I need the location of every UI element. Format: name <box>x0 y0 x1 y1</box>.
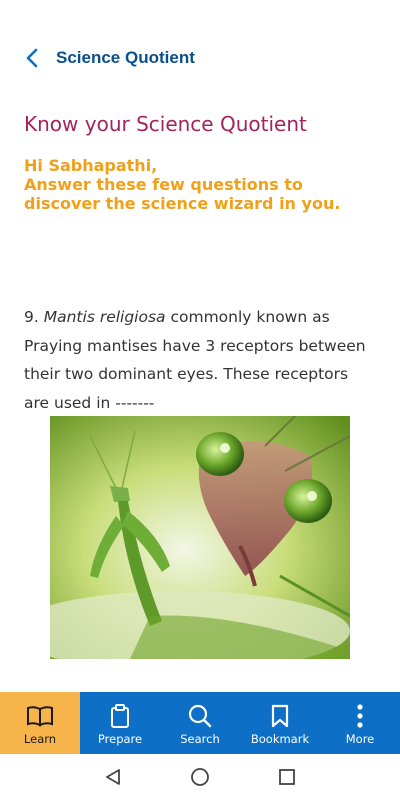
greeting-name: Hi Sabhapathi, <box>24 156 158 175</box>
nav-search[interactable]: Search <box>160 692 240 754</box>
greeting-message: Answer these few questions to discover t… <box>24 175 341 213</box>
circle-home-icon <box>191 768 209 786</box>
app-title: Science Quotient <box>56 48 195 67</box>
app-bar: Science Quotient <box>0 30 400 86</box>
mantis-illustration <box>50 416 350 659</box>
nav-search-label: Search <box>180 732 220 746</box>
triangle-back-icon <box>106 769 121 785</box>
back-button[interactable] <box>10 36 54 80</box>
system-recents-button[interactable] <box>272 762 302 792</box>
nav-more[interactable]: More <box>320 692 400 754</box>
mantis-image <box>50 416 350 659</box>
system-back-button[interactable] <box>98 762 128 792</box>
page-heading: Know your Science Quotient <box>24 112 307 136</box>
nav-prepare[interactable]: Prepare <box>80 692 160 754</box>
chevron-left-icon <box>26 48 38 68</box>
nav-more-label: More <box>345 732 375 746</box>
nav-prepare-label: Prepare <box>97 732 143 746</box>
more-vertical-icon <box>346 704 374 728</box>
nav-learn-label: Learn <box>23 732 57 746</box>
species-name: Mantis religiosa <box>43 308 166 326</box>
greeting: Hi Sabhapathi, Answer these few question… <box>24 156 384 213</box>
bookmark-icon <box>266 704 294 728</box>
square-recents-icon <box>278 769 295 785</box>
system-home-button[interactable] <box>185 762 215 792</box>
question-number: 9. <box>24 308 39 326</box>
nav-learn[interactable]: Learn <box>0 692 80 754</box>
search-icon <box>186 704 214 728</box>
clipboard-icon <box>106 704 134 728</box>
bottom-navigation: Learn Prepare Search Bookmark More <box>0 692 400 754</box>
question-text: 9. Mantis religiosa commonly known as Pr… <box>24 303 374 417</box>
system-navigation-bar <box>0 754 400 800</box>
book-icon <box>26 704 54 728</box>
nav-bookmark-label: Bookmark <box>250 732 310 746</box>
nav-bookmark[interactable]: Bookmark <box>240 692 320 754</box>
status-bar <box>0 0 400 30</box>
